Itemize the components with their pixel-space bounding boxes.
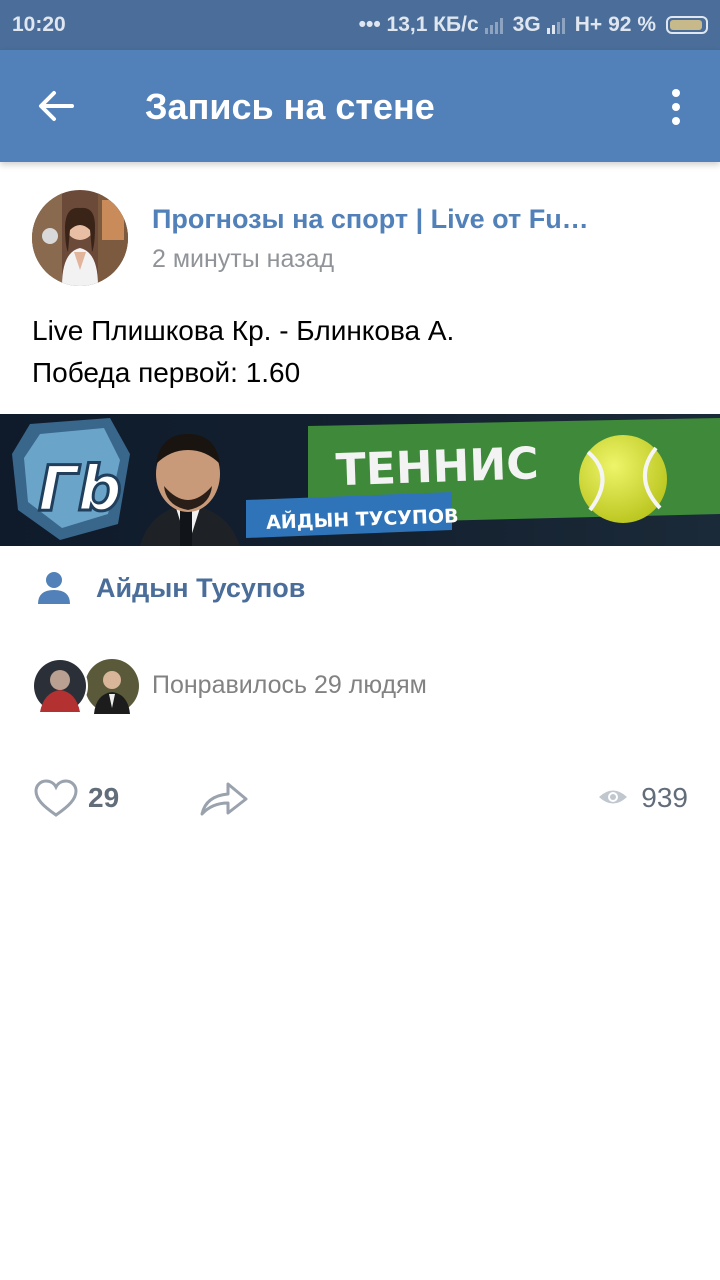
page-title: Запись на стене (145, 86, 435, 127)
network-hplus: H+ (574, 13, 603, 36)
post-timestamp: 2 минуты назад (152, 245, 335, 273)
heart-icon[interactable] (33, 778, 79, 818)
arrow-left-icon[interactable] (36, 86, 76, 126)
network-3g: 3G (512, 13, 541, 36)
user-icon (38, 572, 70, 604)
status-time: 10:20 (12, 13, 66, 36)
post-author-link[interactable]: Прогнозы на спорт | Live от Fu… (152, 204, 622, 235)
liked-by-text[interactable]: Понравилось 29 людям (152, 671, 427, 700)
post-text-line: Live Плишкова Кр. - Блинкова А. (32, 315, 455, 346)
banner-headline: ТЕННИС (335, 438, 540, 496)
battery-percent: 92 % (608, 13, 656, 36)
app-bar: Запись на стене (0, 50, 720, 162)
likers-avatars[interactable] (32, 658, 142, 714)
eye-icon (599, 790, 627, 804)
views-count: 939 (641, 782, 688, 813)
more-vertical-icon[interactable] (664, 88, 688, 128)
author-avatar[interactable] (32, 190, 128, 286)
battery-icon (666, 16, 708, 34)
post-actions: 29 939 (0, 770, 720, 826)
like-count[interactable]: 29 (88, 782, 119, 814)
signer-name[interactable]: Айдын Тусупов (96, 573, 305, 604)
status-indicators: ••• 13,1 КБ/с 3G H+ 92 % (359, 13, 708, 37)
banner-logo-text: Гb (38, 452, 122, 525)
status-bar: 10:20 ••• 13,1 КБ/с 3G H+ 92 % (0, 0, 720, 50)
post-text-line: Победа первой: 1.60 (32, 357, 301, 388)
signal-icon (546, 18, 565, 34)
post-signer[interactable]: Айдын Тусупов (36, 568, 305, 608)
post-text: Live Плишкова Кр. - Блинкова А. Победа п… (32, 310, 454, 394)
post-image-banner[interactable]: Гb ТЕННИС АЙДЫН ТУСУПОВ (0, 414, 720, 546)
share-icon[interactable] (198, 778, 250, 818)
signal-icon (484, 18, 503, 34)
network-speed: ••• 13,1 КБ/с (358, 13, 479, 36)
